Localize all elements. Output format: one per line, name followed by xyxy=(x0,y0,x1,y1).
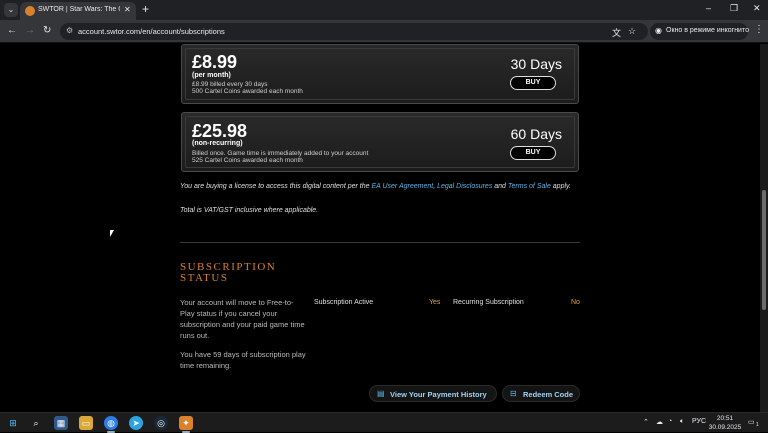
mouse-cursor-icon xyxy=(110,230,114,237)
incognito-label: Окно в режиме инкогнито xyxy=(666,27,749,34)
browser-toolbar: ← → ↻ ⚙ account.swtor.com/en/account/sub… xyxy=(0,20,768,43)
document-icon: ▤ xyxy=(377,389,385,398)
telegram-icon[interactable]: ➤ xyxy=(129,416,143,430)
browser-menu-icon[interactable]: ⋮ xyxy=(754,24,764,35)
redeem-code-button[interactable]: ⊟ Redeem Code xyxy=(502,385,580,402)
steam-icon[interactable]: ◎ xyxy=(154,416,168,430)
remaining-time-note: You have 59 days of subscription play ti… xyxy=(180,350,306,370)
terms-of-sale-link[interactable]: Terms of Sale xyxy=(508,183,551,190)
plan-days: 60 Days xyxy=(510,126,562,142)
license-text: You are buying a license to access this … xyxy=(180,183,372,190)
plan-card-30-days: £8.99 (per month) £8.99 billed every 30 … xyxy=(181,44,579,104)
back-arrow-icon[interactable]: ← xyxy=(7,25,17,36)
volume-icon[interactable]: 🔈︎ xyxy=(680,418,684,426)
view-payment-history-button[interactable]: ▤ View Your Payment History xyxy=(369,385,497,402)
plan-period: (non-recurring) xyxy=(192,140,243,147)
tab-close-icon[interactable]: ✕ xyxy=(124,5,131,14)
redeem-code-label: Redeem Code xyxy=(523,390,574,399)
legal-disclosures-link[interactable]: Legal Disclosures xyxy=(437,183,492,190)
file-explorer-icon[interactable]: ▭ xyxy=(79,416,93,430)
url-text[interactable]: account.swtor.com/en/account/subscriptio… xyxy=(78,27,225,36)
tab-search-icon[interactable]: ⌄ xyxy=(4,3,18,17)
browser-tab[interactable]: SWTOR | Star Wars: The Old Re ✕ xyxy=(20,2,136,20)
new-tab-button[interactable]: + xyxy=(142,2,149,16)
plan-days: 30 Days xyxy=(510,56,562,72)
buy-button[interactable]: BUY xyxy=(510,146,556,160)
incognito-icon: ◉ xyxy=(655,26,662,35)
translate-icon[interactable]: 文 xyxy=(612,26,621,39)
vat-note: Total is VAT/GST inclusive where applica… xyxy=(180,207,319,214)
free-to-play-note: Your account will move to Free-to-Play s… xyxy=(180,298,305,340)
reload-icon[interactable]: ↻ xyxy=(43,25,51,36)
page-viewport: £8.99 (per month) £8.99 billed every 30 … xyxy=(0,44,760,412)
network-icon[interactable]: ◔ xyxy=(668,418,672,425)
ea-user-agreement-link[interactable]: EA User Agreement xyxy=(371,183,433,190)
notification-count: 1 xyxy=(756,422,759,428)
plan-detail: 525 Cartel Coins awarded each month xyxy=(192,157,303,164)
tab-title: SWTOR | Star Wars: The Old Re xyxy=(38,6,120,13)
calculator-icon[interactable]: ▦ xyxy=(54,416,68,430)
subscription-status-title: SUBSCRIPTION STATUS xyxy=(180,261,277,284)
subscription-active-label: Subscription Active xyxy=(314,299,374,306)
license-suffix: apply. xyxy=(550,183,571,190)
tray-chevron-icon[interactable]: ⌃ xyxy=(643,418,649,426)
recurring-subscription-value: No xyxy=(571,299,580,306)
view-payment-history-label: View Your Payment History xyxy=(390,390,487,399)
clock-date: 30.09.2025 xyxy=(708,424,742,431)
notifications-icon[interactable]: ▭ xyxy=(748,418,755,426)
search-icon[interactable]: ⌕ xyxy=(29,416,43,430)
plan-detail: Billed once. Game time is immediately ad… xyxy=(192,150,369,157)
close-window-button[interactable]: ✕ xyxy=(753,3,761,14)
scrollbar-thumb[interactable] xyxy=(762,190,766,310)
license-notice: You are buying a license to access this … xyxy=(180,182,580,191)
plan-detail: £8.99 billed every 30 days xyxy=(192,81,268,88)
license-and: and xyxy=(492,183,508,190)
plan-card-60-days: £25.98 (non-recurring) Billed once. Game… xyxy=(181,112,579,172)
clock-time: 20:51 xyxy=(716,415,734,422)
buy-button[interactable]: BUY xyxy=(510,76,556,90)
section-divider xyxy=(180,242,580,243)
plan-detail: 500 Cartel Coins awarded each month xyxy=(192,88,303,95)
restore-button[interactable]: ❐ xyxy=(730,3,738,14)
cloud-icon[interactable]: ☁ xyxy=(656,418,663,426)
forward-arrow-icon[interactable]: → xyxy=(25,25,35,36)
recurring-subscription-label: Recurring Subscription xyxy=(453,299,524,306)
swtor-favicon-icon xyxy=(25,6,35,16)
minimize-button[interactable]: – xyxy=(706,3,711,13)
address-bar[interactable]: ⚙ account.swtor.com/en/account/subscript… xyxy=(60,23,648,40)
system-clock[interactable]: 20:51 30.09.2025 xyxy=(708,414,742,432)
windows-taskbar: ⊞ ⌕ ▦ ▭ ◍ ➤ ◎ ✦ ⌃ ☁ ◔ 🔈︎ РУС 20:51 30.09… xyxy=(0,412,768,433)
plan-price: £25.98 xyxy=(192,121,248,141)
tab-bar: ⌄ SWTOR | Star Wars: The Old Re ✕ + – ❐ … xyxy=(0,0,768,20)
gift-card-icon: ⊟ xyxy=(510,389,517,398)
chrome-icon[interactable]: ◍ xyxy=(104,416,118,430)
page-scrollbar[interactable] xyxy=(760,44,768,412)
plan-price: £8.99 xyxy=(192,52,238,72)
swtor-launcher-icon[interactable]: ✦ xyxy=(179,416,193,430)
windows-start-icon[interactable]: ⊞ xyxy=(6,416,20,430)
incognito-indicator[interactable]: ◉ Окно в режиме инкогнито xyxy=(650,23,749,40)
subscription-active-value: Yes xyxy=(429,299,441,306)
plan-period: (per month) xyxy=(192,72,231,79)
bookmark-star-icon[interactable]: ☆ xyxy=(628,26,636,37)
site-info-icon[interactable]: ⚙ xyxy=(66,26,73,35)
language-indicator[interactable]: РУС xyxy=(692,418,706,425)
